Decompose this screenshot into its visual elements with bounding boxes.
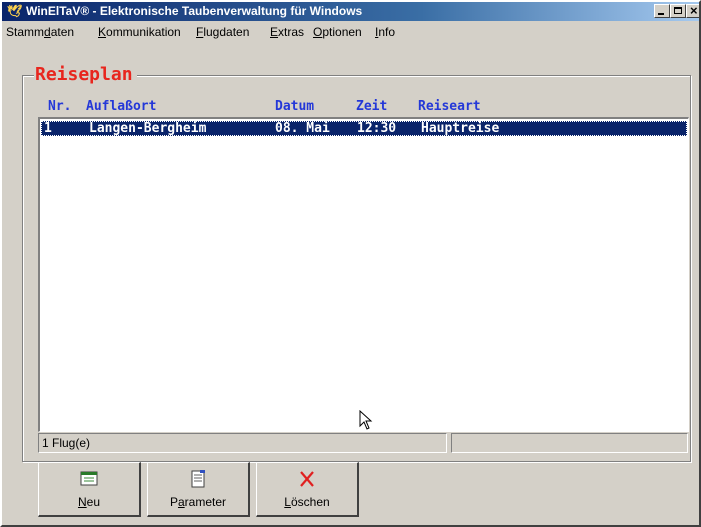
neu-button[interactable]: Neu: [38, 462, 141, 517]
menu-flugdaten[interactable]: Flugdaten: [196, 25, 249, 39]
menu-accelerator: E: [270, 25, 279, 39]
menu-accelerator: d: [44, 25, 51, 39]
loeschen-label: Löschen: [257, 495, 357, 509]
menu-label: lugdaten: [203, 25, 250, 39]
menu-label: Stamm: [6, 25, 45, 39]
column-header-reiseart[interactable]: Reiseart: [418, 99, 481, 115]
parameter-button[interactable]: Parameter: [147, 462, 250, 517]
label-accelerator: a: [177, 495, 185, 509]
menu-kommunikation[interactable]: Kommunikation: [98, 25, 181, 39]
delete-x-icon: [257, 469, 357, 489]
menu-bar: Stammdaten Kommunikation Flugdaten Extra…: [2, 22, 699, 42]
menu-label: nfo: [378, 25, 396, 39]
column-header-zeit[interactable]: Zeit: [356, 99, 387, 115]
label-part: P: [169, 495, 178, 509]
status-panel-count: 1 Flug(e): [38, 433, 447, 453]
maximize-button[interactable]: [670, 4, 686, 18]
maximize-icon: [674, 7, 682, 14]
close-button[interactable]: ×: [686, 3, 699, 18]
label-part: rameter: [184, 495, 227, 509]
mouse-pointer-icon: [359, 409, 373, 435]
neu-label: Neu: [39, 495, 139, 509]
window-title: WinElTaV® - Elektronische Taubenverwaltu…: [26, 4, 363, 18]
menu-label: ptionen: [322, 25, 362, 39]
menu-label: aten: [50, 25, 75, 39]
cell-zeit: 12:30: [357, 121, 397, 136]
main-window: 🕊 WinElTaV® - Elektronische Taubenverwal…: [0, 0, 701, 527]
parameter-label: Parameter: [148, 495, 248, 509]
column-header-nr[interactable]: Nr.: [48, 99, 71, 115]
menu-accelerator: O: [313, 25, 323, 39]
cell-auflassort: Langen-Bergheim: [89, 121, 207, 136]
label-part: öschen: [290, 495, 330, 509]
menu-info[interactable]: Info: [375, 25, 395, 39]
status-text: 1 Flug(e): [42, 436, 91, 450]
menu-stammdaten[interactable]: Stammdaten: [6, 25, 74, 39]
table-row[interactable]: 1 Langen-Bergheim 08. Mai 12:30 Hauptrei…: [41, 121, 687, 136]
status-panel-right: [451, 433, 688, 453]
close-icon: ×: [690, 3, 698, 18]
loeschen-button[interactable]: Löschen: [256, 462, 359, 517]
label-accelerator: N: [77, 495, 87, 509]
flight-list[interactable]: 1 Langen-Bergheim 08. Mai 12:30 Hauptrei…: [38, 117, 689, 432]
menu-optionen[interactable]: Optionen: [313, 25, 362, 39]
label-part: eu: [86, 495, 101, 509]
minimize-button[interactable]: [654, 4, 670, 18]
parameter-document-icon: [148, 469, 248, 489]
title-bar[interactable]: 🕊 WinElTaV® - Elektronische Taubenverwal…: [2, 2, 699, 21]
pigeon-app-icon[interactable]: 🕊: [7, 4, 23, 18]
new-document-icon: [39, 469, 139, 489]
column-header-auflassort[interactable]: Auflaßort: [86, 99, 156, 115]
group-title: Reiseplan: [34, 65, 137, 85]
column-header-datum[interactable]: Datum: [275, 99, 314, 115]
cell-reiseart: Hauptreise: [421, 121, 500, 136]
cell-datum: 08. Mai: [275, 121, 330, 136]
label-accelerator: L: [284, 495, 291, 509]
minimize-icon: [658, 13, 664, 15]
menu-label: ommunikation: [106, 25, 181, 39]
menu-label: xtras: [278, 25, 305, 39]
menu-accelerator: K: [98, 25, 107, 39]
menu-extras[interactable]: Extras: [270, 25, 304, 39]
cell-nr: 1: [44, 121, 52, 136]
